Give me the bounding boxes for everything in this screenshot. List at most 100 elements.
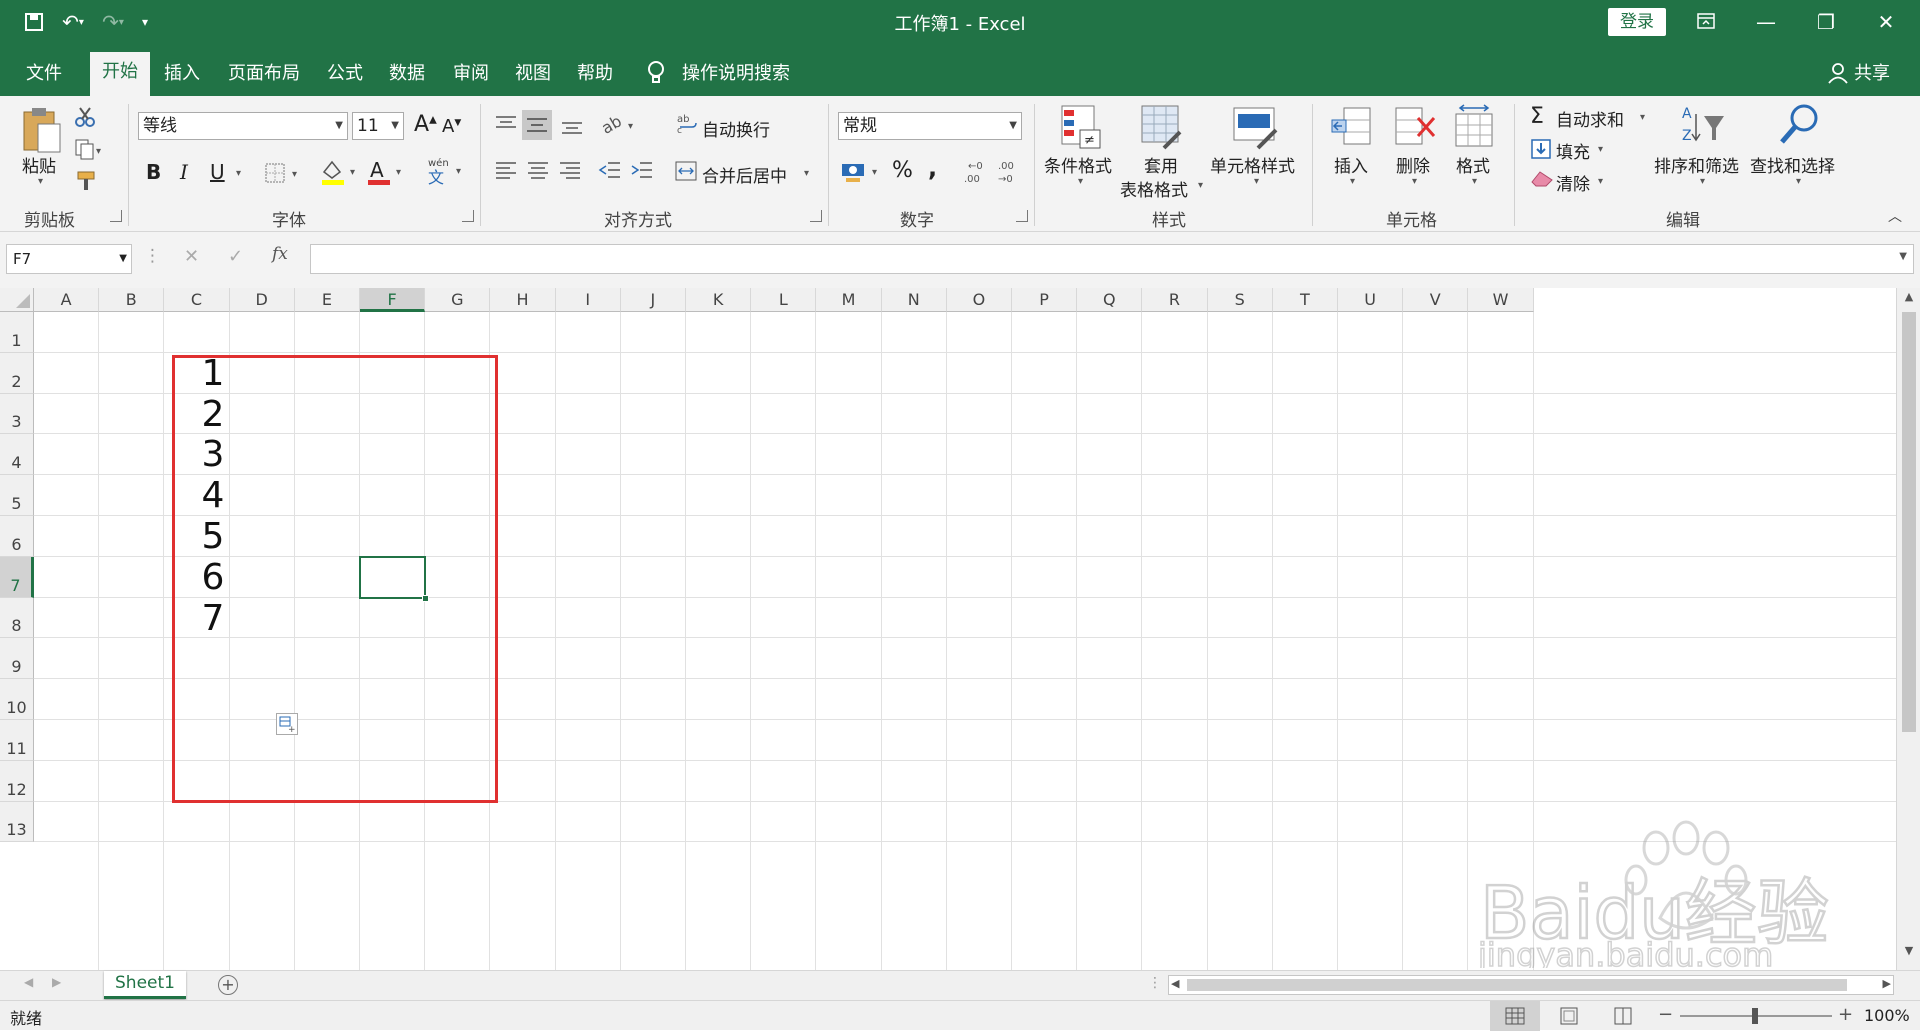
column-header-o[interactable]: O	[946, 288, 1012, 312]
align-center-icon[interactable]	[526, 160, 550, 184]
select-all-button[interactable]	[0, 288, 34, 312]
font-color-icon[interactable]: A ▾	[366, 158, 410, 190]
column-header-j[interactable]: J	[620, 288, 686, 312]
fill-icon[interactable]	[1530, 138, 1552, 164]
autosum-dropdown-icon[interactable]: ▾	[1640, 112, 1645, 123]
ribbon-display-options-icon[interactable]	[1676, 6, 1736, 38]
zoom-slider[interactable]	[1680, 1008, 1832, 1024]
next-sheet-icon[interactable]: ▶	[52, 975, 61, 989]
decrease-indent-icon[interactable]	[598, 160, 622, 184]
align-middle-icon[interactable]	[522, 110, 552, 140]
minimize-icon[interactable]: —	[1736, 6, 1796, 38]
row-header-4[interactable]: 4	[0, 434, 34, 476]
underline-dropdown-icon[interactable]: ▾	[236, 168, 241, 179]
row-header-3[interactable]: 3	[0, 393, 34, 435]
tab-help[interactable]: 帮助	[570, 58, 620, 96]
name-box[interactable]: F7 ▼	[6, 244, 132, 274]
clear-label[interactable]: 清除	[1556, 170, 1590, 195]
column-header-v[interactable]: V	[1403, 288, 1469, 312]
format-cells-label[interactable]: 格式	[1456, 152, 1490, 177]
increase-font-size-icon[interactable]: A▲	[414, 112, 437, 137]
cell-styles-icon[interactable]	[1232, 104, 1282, 156]
align-bottom-icon[interactable]	[560, 116, 584, 140]
expand-formula-icon[interactable]: ▼	[1899, 251, 1907, 262]
paste-label[interactable]: 粘贴	[22, 152, 56, 177]
format-as-table-label-1[interactable]: 套用	[1144, 152, 1178, 177]
zoom-level[interactable]: 100%	[1864, 1006, 1910, 1025]
column-header-e[interactable]: E	[294, 288, 360, 312]
font-name-combo[interactable]: 等线 ▼	[138, 112, 348, 140]
format-cells-icon[interactable]	[1452, 104, 1496, 154]
conditional-formatting-icon[interactable]: ≠	[1060, 104, 1104, 156]
paste-dropdown-icon[interactable]: ▾	[38, 176, 43, 187]
increase-decimal-icon[interactable]: ←0.00	[962, 158, 990, 190]
row-header-2[interactable]: 2	[0, 352, 34, 394]
borders-icon[interactable]: ▾	[264, 162, 304, 188]
cut-icon[interactable]	[74, 106, 96, 132]
orientation-icon[interactable]: ab ▾	[598, 111, 640, 140]
format-as-table-label-2[interactable]: 表格格式	[1120, 176, 1188, 201]
sheet-tab[interactable]: Sheet1	[104, 971, 186, 999]
sort-dropdown-icon[interactable]: ▾	[1700, 176, 1705, 187]
format-table-dropdown-icon[interactable]: ▾	[1198, 180, 1203, 191]
font-launcher-icon[interactable]	[462, 210, 474, 222]
close-icon[interactable]: ✕	[1856, 6, 1916, 38]
cell-styles-label[interactable]: 单元格样式	[1210, 152, 1295, 177]
add-sheet-icon[interactable]: +	[218, 975, 238, 995]
vertical-scrollbar[interactable]: ▲ ▼	[1896, 288, 1920, 970]
tab-review[interactable]: 审阅	[446, 58, 496, 96]
delete-cells-label[interactable]: 删除	[1396, 152, 1430, 177]
row-header-5[interactable]: 5	[0, 475, 34, 516]
restore-icon[interactable]: ❐	[1796, 6, 1856, 38]
bold-button[interactable]: B	[146, 160, 161, 184]
column-header-u[interactable]: U	[1338, 288, 1404, 312]
worksheet-grid[interactable]: ABCDEFGHIJKLMNOPQRSTUVW 1 2 3 4 5 6 7 8 9 10 11 12 1…	[0, 288, 1920, 975]
row-header-10[interactable]: 10	[0, 679, 34, 720]
splitter-icon[interactable]: ⋮	[1148, 975, 1162, 991]
column-header-w[interactable]: W	[1468, 288, 1534, 312]
insert-dropdown-icon[interactable]: ▾	[1350, 176, 1355, 187]
insert-cells-label[interactable]: 插入	[1334, 152, 1368, 177]
clear-dropdown-icon[interactable]: ▾	[1598, 176, 1603, 187]
column-header-s[interactable]: S	[1207, 288, 1273, 312]
conditional-dropdown-icon[interactable]: ▾	[1078, 176, 1083, 187]
column-header-i[interactable]: I	[555, 288, 621, 312]
zoom-slider-thumb[interactable]	[1752, 1008, 1758, 1024]
cancel-icon[interactable]: ✕	[184, 246, 199, 267]
delete-dropdown-icon[interactable]: ▾	[1412, 176, 1417, 187]
row-header-9[interactable]: 9	[0, 638, 34, 680]
font-size-combo[interactable]: 11 ▼	[352, 112, 404, 140]
page-break-view-icon[interactable]	[1608, 1001, 1638, 1031]
row-header-6[interactable]: 6	[0, 516, 34, 557]
align-top-icon[interactable]	[494, 114, 518, 138]
tab-home[interactable]: 开始	[90, 52, 150, 96]
delete-cells-icon[interactable]	[1392, 104, 1436, 154]
merge-center-icon[interactable]	[674, 160, 698, 186]
copy-icon[interactable]: ▾	[74, 138, 104, 164]
scroll-thumb[interactable]	[1902, 312, 1916, 732]
zoom-in-icon[interactable]: +	[1838, 1004, 1853, 1025]
row-header-8[interactable]: 8	[0, 597, 34, 639]
zoom-out-icon[interactable]: −	[1658, 1004, 1673, 1025]
fill-color-icon[interactable]: ▾	[320, 158, 364, 190]
tab-formulas[interactable]: 公式	[320, 58, 370, 96]
increase-indent-icon[interactable]	[630, 160, 654, 184]
conditional-formatting-label[interactable]: 条件格式	[1044, 152, 1112, 177]
align-left-icon[interactable]	[494, 160, 518, 184]
scroll-down-icon[interactable]: ▼	[1897, 944, 1920, 964]
prev-sheet-icon[interactable]: ◀	[24, 975, 33, 989]
row-header-11[interactable]: 11	[0, 720, 34, 761]
row-header-7[interactable]: 7	[0, 556, 34, 598]
column-header-n[interactable]: N	[881, 288, 947, 312]
italic-button[interactable]: I	[180, 160, 188, 184]
collapse-ribbon-icon[interactable]: ︿	[1888, 206, 1902, 226]
find-dropdown-icon[interactable]: ▾	[1796, 176, 1801, 187]
autosum-icon[interactable]: Σ	[1530, 104, 1544, 129]
column-header-c[interactable]: C	[164, 288, 230, 312]
comma-style-button[interactable]: ,	[928, 154, 937, 182]
column-header-g[interactable]: G	[425, 288, 491, 312]
tab-data[interactable]: 数据	[382, 58, 432, 96]
tell-me-search[interactable]: 操作说明搜索	[682, 58, 790, 90]
h-scroll-thumb[interactable]	[1187, 979, 1847, 991]
column-header-l[interactable]: L	[751, 288, 817, 312]
